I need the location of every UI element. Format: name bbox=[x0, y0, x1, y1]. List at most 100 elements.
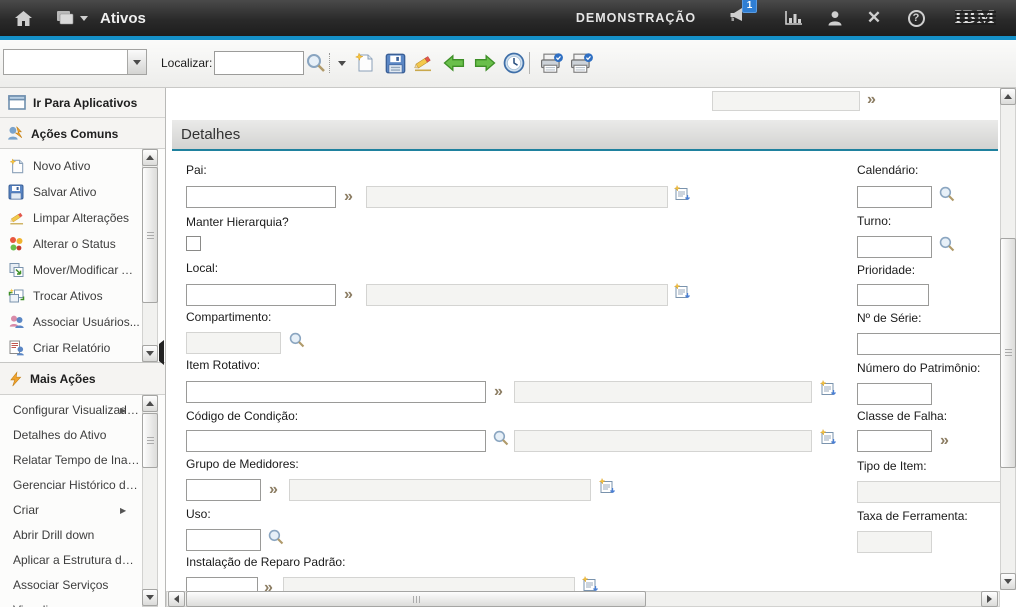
long-description-icon bbox=[672, 184, 691, 203]
sidebar-collapse-handle[interactable] bbox=[159, 344, 164, 362]
detail-menu-icon[interactable]: » bbox=[269, 480, 275, 500]
common-actions-scroll-up-button[interactable] bbox=[142, 149, 158, 166]
numero-serie-input[interactable] bbox=[857, 333, 1003, 355]
arrow-right-icon bbox=[473, 53, 496, 73]
sidebar-item-aplicar-estrutura[interactable]: Aplicar a Estrutura de C... bbox=[0, 547, 140, 573]
long-description-button[interactable] bbox=[672, 282, 691, 306]
new-record-button[interactable] bbox=[350, 49, 378, 77]
sidebar-item-salvar-ativo[interactable]: Salvar Ativo bbox=[0, 179, 140, 205]
turno-input[interactable] bbox=[857, 236, 932, 258]
compartimento-lookup-button[interactable] bbox=[288, 331, 306, 354]
detail-menu-icon[interactable]: » bbox=[867, 90, 873, 110]
compartimento-input[interactable] bbox=[186, 332, 281, 354]
profile-button[interactable] bbox=[822, 0, 848, 36]
long-description-button[interactable] bbox=[818, 379, 837, 403]
sidebar-item-abrir-drilldown[interactable]: Abrir Drill down bbox=[0, 522, 140, 548]
long-description-icon bbox=[597, 477, 616, 496]
ibm-logo: IBM bbox=[950, 0, 1000, 36]
print-attachments-button[interactable] bbox=[567, 49, 595, 77]
more-actions-header: Mais Ações bbox=[8, 364, 96, 393]
find-input[interactable] bbox=[214, 51, 304, 75]
scroll-right-button[interactable] bbox=[981, 591, 998, 607]
detail-menu-icon[interactable]: » bbox=[344, 285, 350, 305]
sidebar-item-alterar-status[interactable]: Alterar o Status bbox=[0, 231, 140, 257]
long-description-button[interactable] bbox=[818, 428, 837, 452]
uso-input[interactable] bbox=[186, 529, 261, 551]
help-button[interactable]: ? bbox=[903, 0, 929, 36]
turno-lookup-button[interactable] bbox=[938, 235, 956, 258]
common-actions-scrollbar-thumb[interactable] bbox=[142, 167, 158, 303]
save-button[interactable] bbox=[381, 49, 409, 77]
goto-applications-button[interactable] bbox=[55, 0, 89, 36]
horizontal-scrollbar-thumb[interactable] bbox=[186, 591, 646, 607]
detail-menu-icon[interactable]: » bbox=[940, 431, 946, 451]
more-actions-scrollbar-thumb[interactable] bbox=[142, 413, 158, 468]
sidebar-item-configurar-visualizador[interactable]: Configurar Visualizador .▶ bbox=[0, 397, 140, 423]
sidebar-item-criar-relatorio[interactable]: Criar Relatório bbox=[0, 335, 140, 361]
sidebar-item-associar-servicos[interactable]: Associar Serviços bbox=[0, 572, 140, 598]
close-button[interactable]: ✕ bbox=[861, 0, 887, 36]
calendario-input[interactable] bbox=[857, 186, 932, 208]
item-rotativo-input[interactable] bbox=[186, 381, 486, 403]
codigo-condicao-lookup-button[interactable] bbox=[492, 429, 510, 452]
notifications-button[interactable]: 1 bbox=[724, 0, 754, 36]
print-button[interactable] bbox=[537, 49, 565, 77]
sidebar-item-trocar-ativos[interactable]: Trocar Ativos bbox=[0, 283, 140, 309]
detail-menu-icon[interactable]: » bbox=[494, 382, 500, 402]
main-content: » Detalhes Pai: » Manter Hierarquia? Loc… bbox=[166, 88, 1016, 607]
uso-lookup-button[interactable] bbox=[267, 528, 285, 551]
codigo-condicao-input[interactable] bbox=[186, 430, 486, 452]
manter-hierarquia-checkbox[interactable] bbox=[186, 236, 201, 251]
long-description-button[interactable] bbox=[672, 184, 691, 208]
sidebar-item-gerenciar-historico[interactable]: Gerenciar Histórico de P... bbox=[0, 472, 140, 498]
search-options-button[interactable] bbox=[334, 49, 350, 77]
save-icon bbox=[385, 53, 406, 74]
move-asset-icon bbox=[8, 262, 25, 278]
detail-menu-icon[interactable]: » bbox=[344, 187, 350, 207]
numero-patrimonio-input[interactable] bbox=[857, 383, 932, 405]
sidebar-item-limpar-alteracoes[interactable]: Limpar Alterações bbox=[0, 205, 140, 231]
sidebar-item-visualizar[interactable]: Visualizar▶ bbox=[0, 597, 140, 607]
sidebar-item-relatar-tempo[interactable]: Relatar Tempo de Inativi... bbox=[0, 447, 140, 473]
reports-button[interactable] bbox=[781, 0, 807, 36]
more-actions-scroll-up-button[interactable] bbox=[142, 395, 158, 412]
scroll-up-button[interactable] bbox=[1000, 88, 1016, 105]
home-button[interactable] bbox=[10, 0, 36, 36]
prioridade-input[interactable] bbox=[857, 284, 929, 306]
goto-applications-link[interactable]: Ir Para Aplicativos bbox=[0, 88, 165, 118]
next-record-button[interactable] bbox=[470, 49, 498, 77]
classe-falha-input[interactable] bbox=[857, 430, 932, 452]
local-input[interactable] bbox=[186, 284, 336, 306]
calendario-lookup-button[interactable] bbox=[938, 185, 956, 208]
history-button[interactable] bbox=[500, 49, 528, 77]
codigo-condicao-description-field bbox=[514, 430, 812, 452]
pai-input[interactable] bbox=[186, 186, 336, 208]
swap-assets-icon bbox=[8, 288, 25, 304]
section-title: Detalhes bbox=[181, 126, 240, 143]
sidebar-item-novo-ativo[interactable]: Novo Ativo bbox=[0, 153, 140, 179]
search-button[interactable] bbox=[302, 49, 330, 77]
magnifier-icon bbox=[938, 235, 956, 253]
sidebar-item-criar[interactable]: Criar▶ bbox=[0, 497, 140, 523]
toolbar-divider bbox=[529, 52, 530, 74]
details-section-header: Detalhes bbox=[172, 120, 998, 151]
numero-serie-label: Nº de Série: bbox=[857, 311, 921, 325]
long-description-icon bbox=[672, 282, 691, 301]
clear-changes-button[interactable] bbox=[410, 49, 438, 77]
grupo-medidores-input[interactable] bbox=[186, 479, 261, 501]
sidebar-item-associar-usuarios[interactable]: Associar Usuários... bbox=[0, 309, 140, 335]
previous-record-button[interactable] bbox=[440, 49, 468, 77]
record-toolbar: Localizar: bbox=[0, 40, 1016, 88]
scroll-left-button[interactable] bbox=[168, 591, 185, 607]
scroll-down-button[interactable] bbox=[1000, 573, 1016, 590]
sidebar-item-detalhes-do-ativo[interactable]: Detalhes do Ativo bbox=[0, 422, 140, 448]
record-combobox-caret-button[interactable] bbox=[127, 50, 146, 74]
vertical-scrollbar-thumb[interactable] bbox=[1000, 238, 1016, 468]
more-actions-scroll-down-button[interactable] bbox=[142, 589, 158, 606]
person-icon bbox=[826, 10, 844, 26]
record-combobox[interactable] bbox=[3, 49, 147, 75]
common-actions-scroll-down-button[interactable] bbox=[142, 345, 158, 362]
long-description-button[interactable] bbox=[597, 477, 616, 501]
item-rotativo-description-field bbox=[514, 381, 812, 403]
sidebar-item-mover-modificar[interactable]: Mover/Modificar At... bbox=[0, 257, 140, 283]
